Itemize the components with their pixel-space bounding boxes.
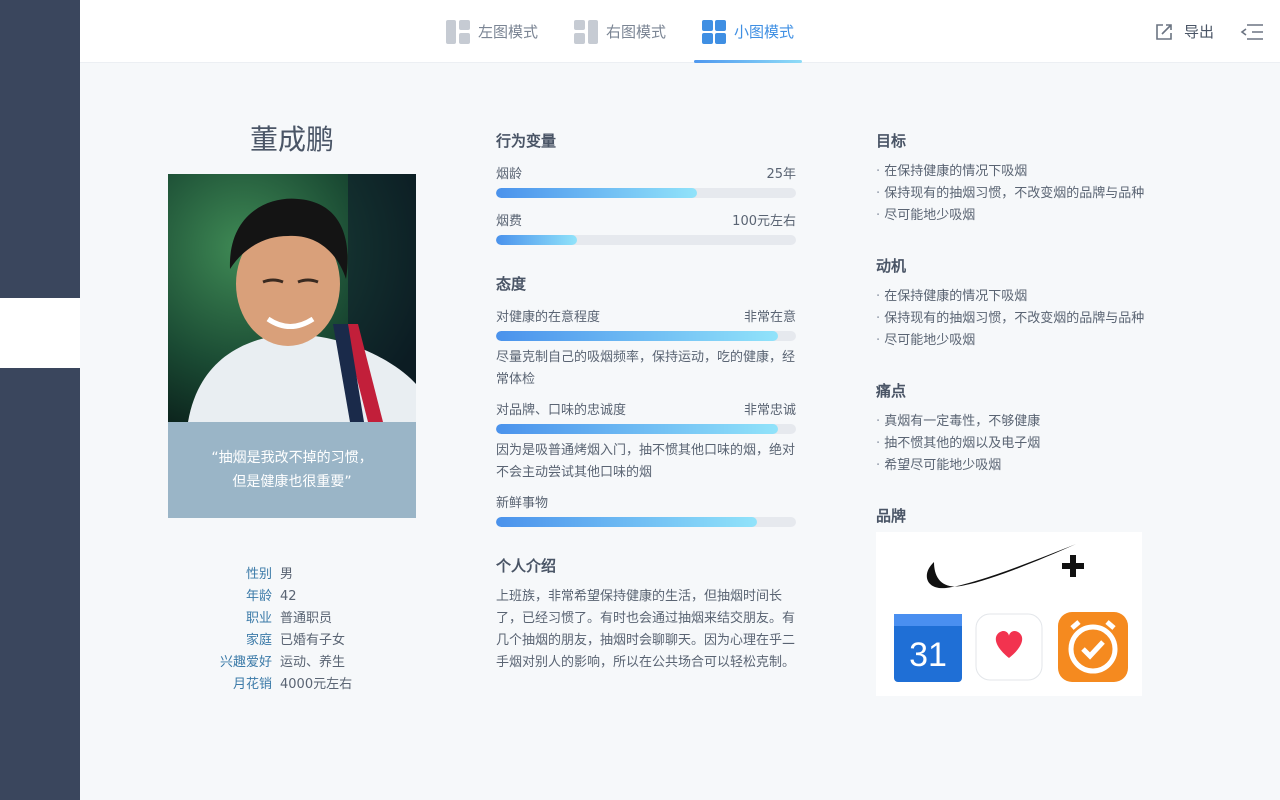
metric-label: 新鲜事物 bbox=[496, 496, 549, 511]
metric-description: 尽量克制自己的吸烟频率，保持运动，吃的健康，经常体检 bbox=[496, 350, 796, 387]
fact-occupation: 职业 普通职员 bbox=[200, 608, 430, 630]
progress-bar bbox=[496, 188, 796, 198]
metric-label: 烟龄 bbox=[496, 167, 523, 182]
tab-small-image-mode[interactable]: 小图模式 bbox=[694, 0, 803, 63]
active-tab-indicator bbox=[694, 60, 803, 63]
tab-label: 右图模式 bbox=[606, 23, 667, 41]
section-title: 痛点 bbox=[876, 382, 907, 400]
progress-fill bbox=[496, 331, 778, 341]
grid-layout-icon bbox=[702, 19, 726, 44]
pain-points-list: 真烟有一定毒性，不够健康 抽不惯其他的烟以及电子烟 希望尽可能地少吸烟 bbox=[876, 411, 1196, 477]
progress-fill bbox=[496, 517, 757, 527]
motivation-list: 在保持健康的情况下吸烟 保持现有的抽烟习惯，不改变烟的品牌与品种 尽可能地少吸烟 bbox=[876, 286, 1196, 352]
list-item: 抽不惯其他的烟以及电子烟 bbox=[876, 433, 1196, 455]
goals-list: 在保持健康的情况下吸烟 保持现有的抽烟习惯，不改变烟的品牌与品种 尽可能地少吸烟 bbox=[876, 161, 1196, 227]
export-button[interactable]: 导出 bbox=[1154, 0, 1214, 63]
tab-label: 小图模式 bbox=[734, 23, 795, 41]
brand-logos: 31 bbox=[876, 532, 1142, 696]
metric-description: 因为是吸普通烤烟入门，抽不惯其他口味的烟，绝对不会主动尝试其他口味的烟 bbox=[496, 443, 796, 480]
intro-text: 上班族，非常希望保持健康的生活，但抽烟时间长了，已经习惯了。有时也会通过抽烟来结… bbox=[496, 589, 796, 670]
collapse-menu-icon[interactable] bbox=[1240, 20, 1264, 44]
fact-key: 兴趣爱好 bbox=[219, 655, 272, 670]
attitude-item: 对健康的在意程度 非常在意 尽量克制自己的吸烟频率，保持运动，吃的健康，经常体检 bbox=[496, 306, 796, 391]
metric-value: 非常在意 bbox=[743, 310, 796, 325]
fact-key: 职业 bbox=[245, 611, 272, 626]
left-sidebar bbox=[0, 0, 80, 800]
tab-right-image-mode[interactable]: 右图模式 bbox=[574, 0, 666, 63]
attitude-item: 新鲜事物 bbox=[496, 492, 796, 527]
progress-bar bbox=[496, 235, 796, 245]
list-item: 保持现有的抽烟习惯，不改变烟的品牌与品种 bbox=[876, 183, 1196, 205]
top-bar: 左图模式 右图模式 小图模式 导出 bbox=[80, 0, 1280, 63]
persona-name: 董成鹏 bbox=[249, 123, 334, 156]
metric-value: 100元左右 bbox=[732, 214, 796, 229]
nike-plus-logo bbox=[926, 544, 1084, 589]
behavior-attitude-column: 行为变量 烟龄 25年 烟费 100元左右 态度 对健康的在意程度 非常在意 尽量克制… bbox=[496, 130, 796, 674]
right-image-layout-icon bbox=[574, 19, 598, 44]
progress-fill bbox=[496, 424, 778, 434]
section-title: 品牌 bbox=[876, 507, 907, 525]
fact-key: 家庭 bbox=[245, 633, 272, 648]
list-item: 尽可能地少吸烟 bbox=[876, 205, 1196, 227]
apple-health-icon bbox=[975, 613, 1043, 681]
fact-value: 男 bbox=[280, 567, 294, 582]
persona-photo bbox=[168, 174, 416, 422]
section-title: 个人介绍 bbox=[496, 557, 557, 575]
fact-value: 运动、养生 bbox=[280, 655, 346, 670]
fact-monthly-spend: 月花销 4000元左右 bbox=[200, 674, 430, 696]
persona-quote: “抽烟是我改不掉的习惯， 但是健康也很重要” bbox=[168, 422, 416, 518]
metric-label: 对品牌、口味的忠诚度 bbox=[496, 403, 627, 418]
list-item: 真烟有一定毒性，不够健康 bbox=[876, 411, 1196, 433]
export-icon bbox=[1156, 23, 1172, 40]
fact-key: 性别 bbox=[245, 567, 272, 582]
goals-column: 目标 在保持健康的情况下吸烟 保持现有的抽烟习惯，不改变烟的品牌与品种 尽可能地… bbox=[876, 130, 1196, 526]
list-item: 尽可能地少吸烟 bbox=[876, 330, 1196, 352]
list-item: 在保持健康的情况下吸烟 bbox=[876, 161, 1196, 183]
calendar-day-label: 31 bbox=[909, 636, 947, 674]
list-item: 在保持健康的情况下吸烟 bbox=[876, 286, 1196, 308]
fact-family: 家庭 已婚有子女 bbox=[200, 630, 430, 652]
section-title: 目标 bbox=[876, 132, 907, 150]
left-image-layout-icon bbox=[446, 19, 470, 44]
tab-left-image-mode[interactable]: 左图模式 bbox=[446, 0, 538, 63]
fact-key: 月花销 bbox=[232, 677, 272, 692]
fact-value: 4000元左右 bbox=[280, 677, 353, 692]
google-calendar-icon: 31 bbox=[894, 614, 962, 682]
fact-value: 42 bbox=[280, 589, 297, 604]
progress-fill bbox=[496, 188, 697, 198]
fact-hobbies: 兴趣爱好 运动、养生 bbox=[200, 652, 430, 674]
metric-value: 非常忠诚 bbox=[743, 403, 796, 418]
fact-value: 已婚有子女 bbox=[280, 633, 346, 648]
metric-value: 25年 bbox=[766, 167, 796, 182]
alarm-clock-icon bbox=[1058, 612, 1128, 682]
fact-gender: 性别男 bbox=[200, 564, 430, 586]
list-item: 保持现有的抽烟习惯，不改变烟的品牌与品种 bbox=[876, 308, 1196, 330]
progress-bar bbox=[496, 331, 796, 341]
section-title: 动机 bbox=[876, 257, 907, 275]
progress-bar bbox=[496, 424, 796, 434]
progress-bar bbox=[496, 517, 796, 527]
sidebar-active-notch[interactable] bbox=[0, 298, 80, 368]
metric-label: 对健康的在意程度 bbox=[496, 310, 601, 325]
persona-facts: 性别男 年龄 42 职业 普通职员 家庭 已婚有子女 兴趣爱好 运动、养生 月花销 400… bbox=[200, 564, 430, 696]
quote-line: “抽烟是我改不掉的习惯， bbox=[211, 450, 373, 466]
fact-key: 年龄 bbox=[245, 589, 272, 604]
tab-label: 左图模式 bbox=[478, 23, 539, 41]
section-title: 态度 bbox=[496, 275, 527, 293]
quote-line: 但是健康也很重要” bbox=[232, 474, 352, 490]
progress-fill bbox=[496, 235, 577, 245]
fact-age: 年龄 42 bbox=[200, 586, 430, 608]
behavior-item: 烟费 100元左右 bbox=[496, 210, 796, 245]
attitude-item: 对品牌、口味的忠诚度 非常忠诚 因为是吸普通烤烟入门，抽不惯其他口味的烟，绝对不会… bbox=[496, 399, 796, 484]
section-title: 行为变量 bbox=[496, 132, 557, 150]
export-label: 导出 bbox=[1184, 23, 1215, 41]
metric-label: 烟费 bbox=[496, 214, 523, 229]
fact-value: 普通职员 bbox=[280, 611, 333, 626]
list-item: 希望尽可能地少吸烟 bbox=[876, 455, 1196, 477]
behavior-item: 烟龄 25年 bbox=[496, 163, 796, 198]
